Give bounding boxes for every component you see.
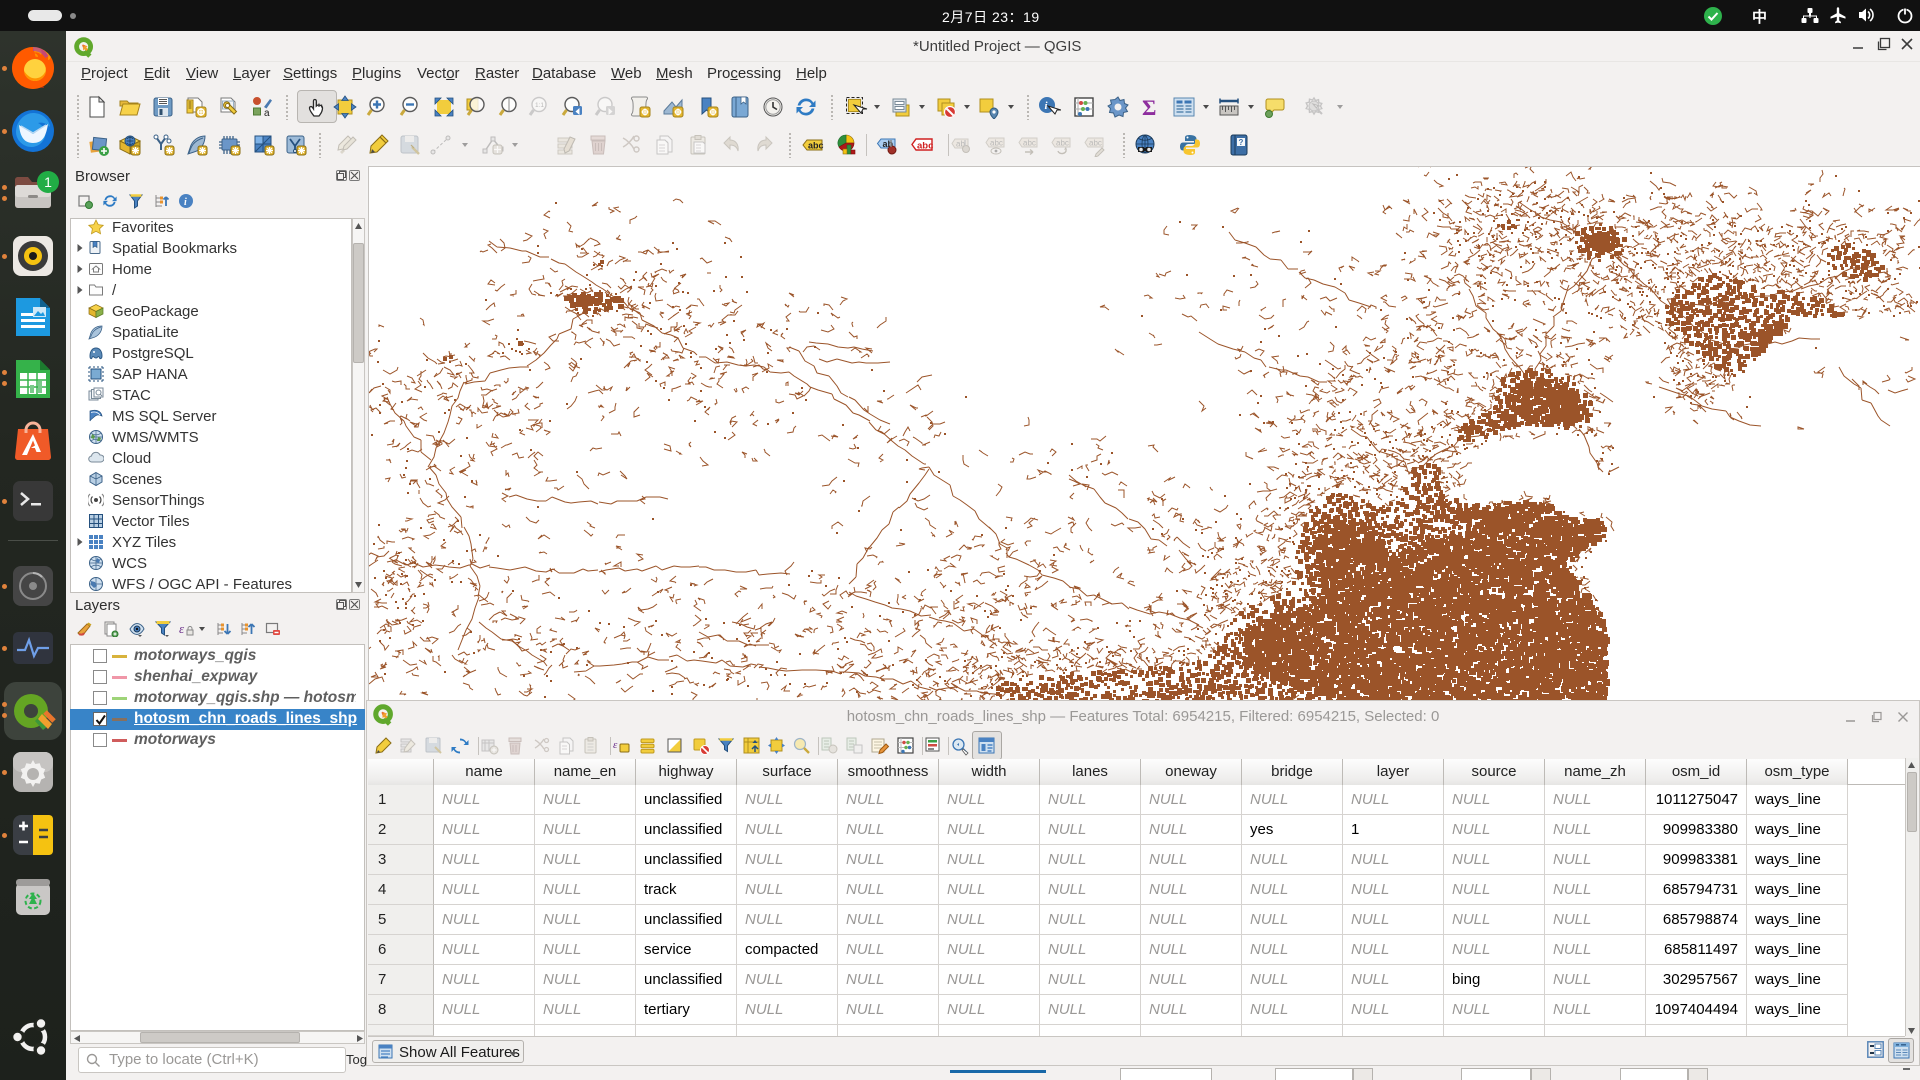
svg-text:?: ? bbox=[1239, 138, 1244, 147]
svg-text:ε: ε bbox=[613, 739, 618, 751]
svg-text:ε: ε bbox=[179, 621, 185, 636]
svg-text:abc: abc bbox=[1023, 139, 1036, 148]
svg-text:i: i bbox=[184, 197, 187, 208]
svg-text:abc: abc bbox=[808, 141, 824, 151]
svg-text:1:1: 1:1 bbox=[535, 102, 544, 109]
svg-text:Σ: Σ bbox=[1142, 95, 1156, 119]
svg-text:abc: abc bbox=[1089, 139, 1102, 148]
svg-text:a: a bbox=[264, 108, 270, 119]
svg-text:1: 1 bbox=[44, 174, 52, 190]
svg-text:abc: abc bbox=[917, 141, 933, 152]
svg-text:abc: abc bbox=[1056, 139, 1069, 148]
svg-text:abc: abc bbox=[990, 139, 1003, 148]
